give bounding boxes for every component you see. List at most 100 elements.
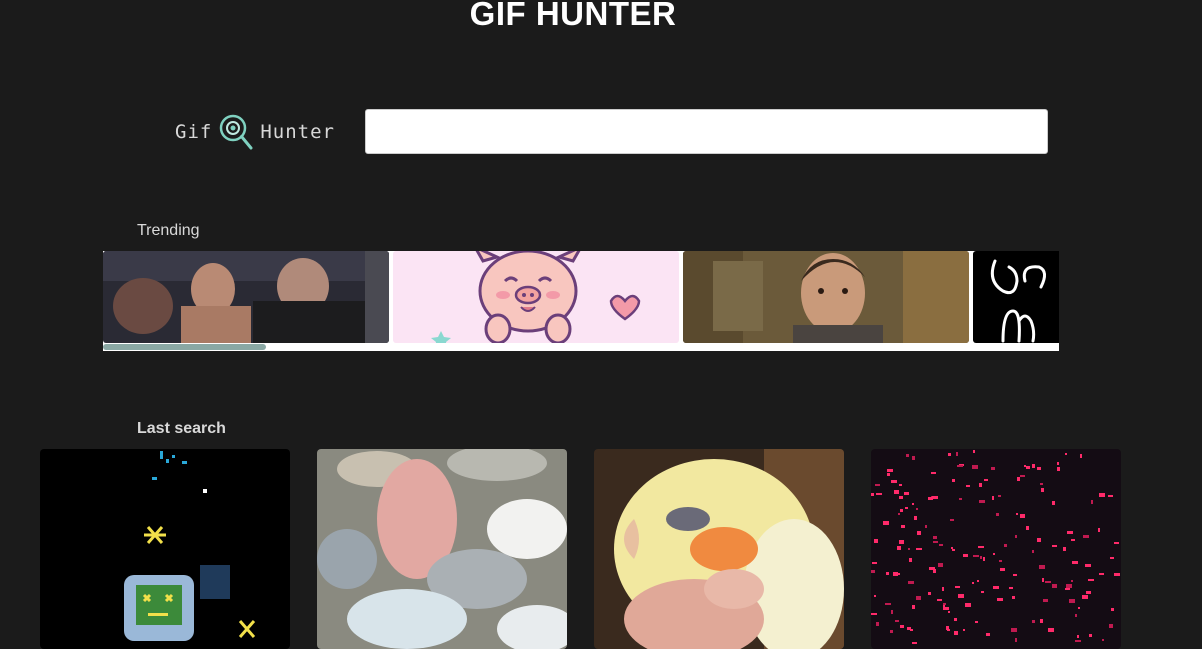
particle — [972, 582, 974, 584]
particle — [1015, 638, 1017, 642]
particle — [1067, 531, 1073, 534]
particle — [952, 549, 955, 551]
trending-scrollbar-thumb[interactable] — [103, 344, 266, 350]
particle — [1032, 620, 1035, 623]
particle — [1013, 574, 1017, 576]
search-input[interactable] — [365, 109, 1048, 154]
particle — [871, 613, 877, 615]
particle — [900, 625, 904, 628]
particle — [1072, 561, 1078, 564]
particle — [1000, 568, 1005, 571]
particle — [1085, 564, 1091, 567]
particle — [1032, 464, 1035, 468]
particle — [908, 581, 914, 584]
particle — [1083, 535, 1089, 538]
app-title: GIF HUNTER — [469, 0, 677, 32]
particle — [891, 610, 893, 614]
particle — [933, 569, 936, 573]
particle — [1071, 539, 1075, 541]
particle — [1015, 535, 1017, 538]
trend-card-pig[interactable] — [393, 251, 679, 343]
logo[interactable]: Gif Hunter — [175, 112, 335, 152]
particle — [1065, 588, 1070, 590]
particle — [984, 479, 988, 481]
magnifier-eye-icon — [218, 113, 254, 151]
particle — [947, 629, 950, 631]
particle — [1017, 477, 1020, 481]
particle — [975, 621, 978, 623]
particle — [1066, 584, 1072, 588]
particle — [938, 563, 943, 567]
particle — [980, 556, 982, 559]
particle — [1052, 545, 1057, 547]
logo-text-left: Gif — [175, 121, 213, 143]
particle — [917, 531, 921, 535]
particle — [972, 465, 978, 469]
particle — [1086, 591, 1091, 594]
particle — [958, 594, 964, 598]
particle — [907, 627, 911, 630]
particle — [900, 509, 903, 512]
particle — [1042, 578, 1044, 582]
particle — [1111, 608, 1114, 611]
particle — [887, 473, 890, 476]
particle — [963, 629, 965, 631]
particle — [1099, 573, 1104, 575]
particle — [1052, 501, 1055, 505]
particle — [894, 490, 899, 494]
particle — [948, 453, 951, 456]
trend-card-boxing[interactable] — [103, 251, 389, 343]
particle — [959, 498, 962, 500]
trend-card-script[interactable] — [973, 251, 1059, 343]
particle — [1080, 454, 1082, 458]
particle — [1088, 579, 1094, 581]
particle — [876, 622, 879, 626]
particle — [996, 513, 999, 516]
particle — [890, 630, 893, 633]
particle — [1024, 465, 1026, 467]
particle — [916, 508, 918, 510]
particle — [1069, 599, 1075, 603]
result-card-cockatiel[interactable] — [594, 449, 844, 649]
particle — [876, 493, 882, 495]
particle — [899, 540, 904, 544]
particle — [1016, 513, 1018, 515]
last-search-grid — [40, 449, 1121, 649]
particle — [898, 513, 900, 515]
particle — [933, 541, 938, 543]
particle — [1048, 628, 1054, 632]
result-card-astronaut[interactable] — [40, 449, 290, 649]
particle — [1082, 595, 1088, 599]
particle — [901, 525, 905, 528]
particle — [956, 452, 958, 456]
particle — [1114, 542, 1119, 544]
trending-title: Trending — [137, 222, 200, 239]
particle — [977, 580, 979, 582]
particle — [1099, 493, 1105, 497]
result-card-clouds[interactable] — [317, 449, 567, 649]
trend-card-man[interactable] — [683, 251, 969, 343]
result-card-particles[interactable] — [871, 449, 1121, 649]
particle — [893, 572, 898, 576]
particle — [1037, 538, 1041, 542]
particle — [955, 586, 960, 588]
particle — [928, 592, 931, 595]
particle — [912, 456, 915, 460]
particle — [1011, 628, 1017, 632]
trending-carousel[interactable] — [103, 251, 1059, 351]
particle — [872, 562, 877, 564]
particle — [891, 480, 897, 483]
particle — [931, 472, 936, 474]
particle — [951, 547, 953, 549]
particle — [957, 465, 963, 467]
particle — [1065, 453, 1067, 455]
particle — [963, 554, 968, 557]
particle — [950, 519, 954, 521]
particle — [991, 467, 995, 470]
particle — [912, 605, 915, 609]
particle — [966, 485, 970, 487]
particle — [965, 603, 971, 607]
particle — [908, 548, 910, 550]
particle — [916, 596, 921, 600]
particle — [904, 492, 909, 495]
